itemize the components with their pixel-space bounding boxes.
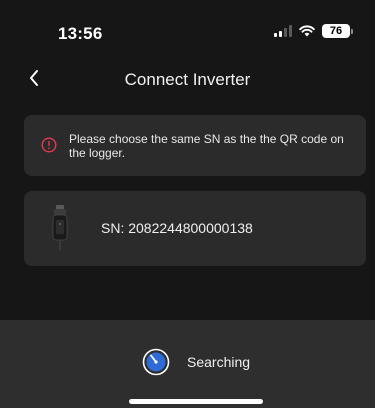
status-time: 13:56 — [58, 24, 103, 43]
battery-icon: 76 — [322, 24, 353, 38]
searching-label: Searching — [187, 354, 251, 370]
device-sn: SN: 2082244800000138 — [101, 220, 253, 236]
searching-status: Searching — [142, 348, 250, 376]
searching-spinner-icon — [142, 348, 170, 376]
bottom-panel: Searching — [0, 320, 375, 408]
wifi-icon — [299, 25, 315, 37]
warning-card: Please choose the same SN as the the QR … — [24, 115, 366, 176]
status-bar: 13:56 76 — [0, 0, 375, 70]
nav-bar: Connect Inverter — [0, 62, 375, 98]
alert-circle-icon — [41, 137, 57, 158]
battery-level: 76 — [322, 24, 350, 38]
device-list-item[interactable]: SN: 2082244800000138 — [24, 191, 366, 266]
signal-icon — [274, 25, 292, 37]
home-indicator[interactable] — [129, 399, 263, 404]
warning-text: Please choose the same SN as the the QR … — [69, 132, 344, 160]
page-title: Connect Inverter — [124, 70, 251, 89]
status-icons: 76 — [274, 24, 353, 38]
logger-icon — [52, 205, 68, 256]
